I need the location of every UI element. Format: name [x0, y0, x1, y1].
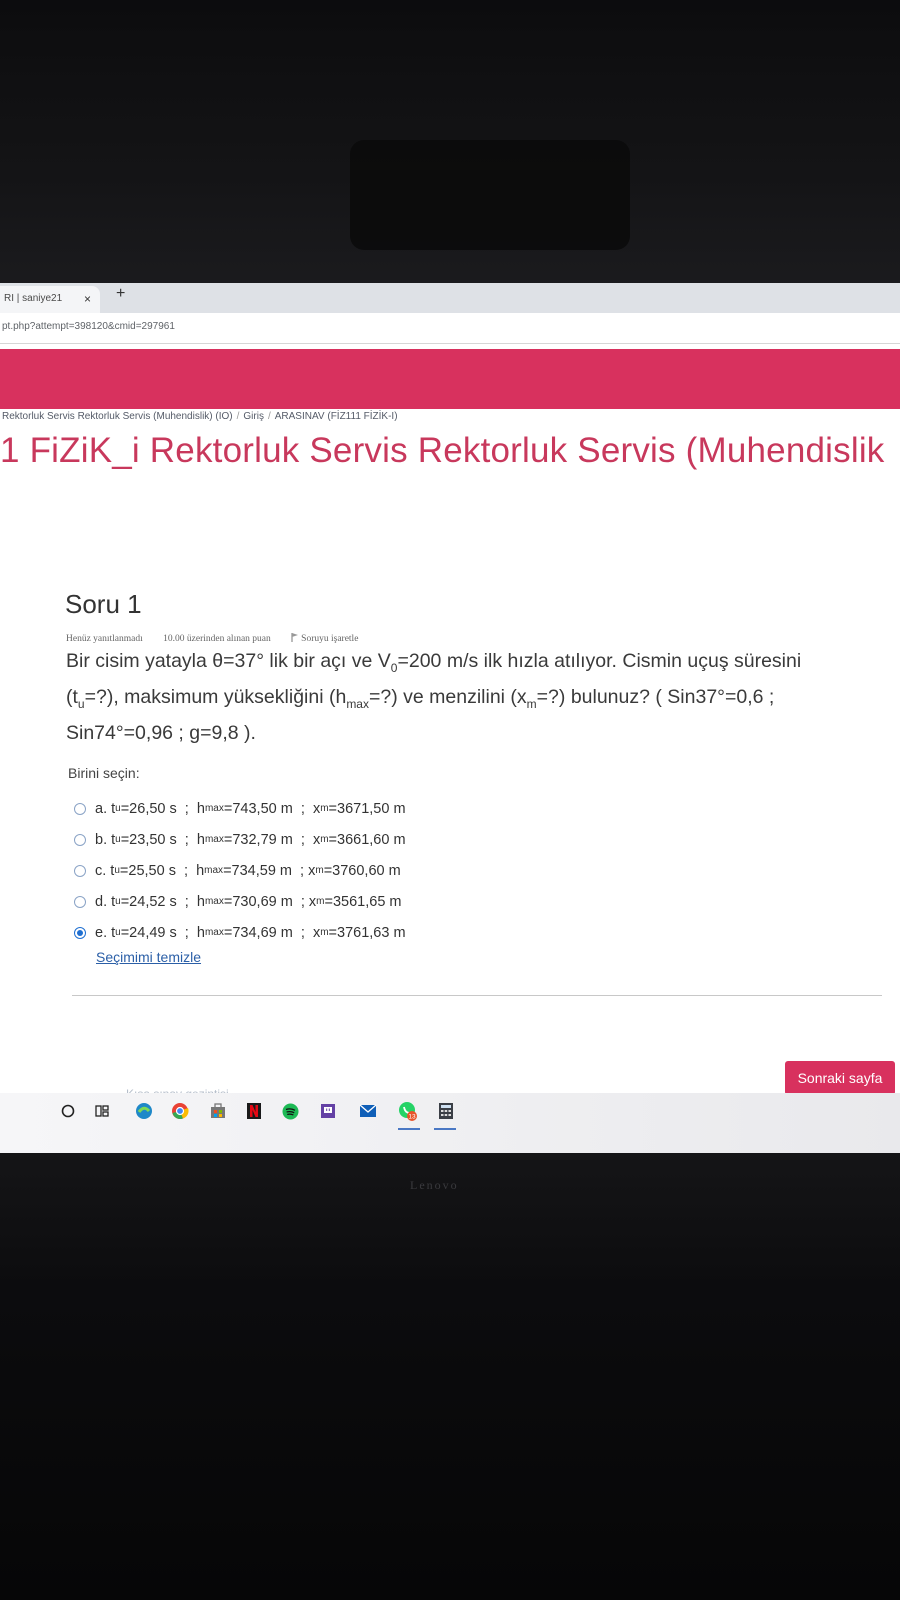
breadcrumb-item[interactable]: ARASINAV (FİZ111 FİZİK-I) — [275, 411, 398, 422]
answer-option-e[interactable]: e. t u =24,49 s ; h max =734,69 m ; x m =3761,… — [74, 917, 406, 948]
breadcrumb-separator: / — [236, 411, 240, 422]
tab-title: RI | saniye21 — [4, 293, 63, 304]
answer-option-a[interactable]: a. t u =26,50 s ; h max =743,50 m ; x m =3671,… — [74, 793, 406, 824]
task-view-icon[interactable] — [92, 1101, 112, 1121]
answer-options: a. t u =26,50 s ; h max =743,50 m ; x m =3671,… — [74, 793, 406, 948]
divider — [72, 995, 882, 996]
chrome-icon[interactable] — [170, 1101, 190, 1121]
whatsapp-icon[interactable]: 13 — [398, 1101, 418, 1121]
answer-option-c[interactable]: c. t u =25,50 s ; h max =734,59 m ; x m =3760,… — [74, 855, 406, 886]
netflix-icon[interactable] — [244, 1101, 264, 1121]
next-page-button[interactable]: Sonraki sayfa — [785, 1061, 895, 1095]
close-tab-icon[interactable]: × — [84, 292, 91, 306]
radio-button-selected[interactable] — [74, 926, 86, 939]
breadcrumb-item[interactable]: Giriş — [243, 411, 264, 422]
room-background — [0, 0, 900, 290]
active-app-indicator — [398, 1128, 420, 1130]
calculator-icon[interactable] — [436, 1101, 456, 1121]
monitor-screen: RI | saniye21 × + pt.php?attempt=398120&… — [0, 283, 900, 1153]
edge-icon[interactable] — [134, 1101, 154, 1121]
question-heading: Soru 1 — [65, 589, 142, 619]
breadcrumb-item[interactable]: Rektorluk Servis Rektorluk Servis (Muhen… — [2, 411, 233, 422]
address-bar[interactable]: pt.php?attempt=398120&cmid=297961 — [0, 313, 900, 344]
brand-logo: Lenovo — [410, 1178, 459, 1192]
question-line: Sin74°=0,96 ; g=9,8 ). — [66, 721, 256, 744]
flag-question-label: Soruyu işaretle — [301, 634, 359, 644]
site-header — [0, 349, 900, 409]
question-status: Henüz yanıtlanmadı — [66, 634, 143, 644]
flag-icon — [291, 633, 299, 642]
taskbar: 13 — [0, 1093, 900, 1153]
spotify-icon[interactable] — [280, 1101, 300, 1121]
twitch-icon[interactable] — [318, 1101, 338, 1121]
browser-tabbar: RI | saniye21 × + — [0, 283, 900, 314]
monitor-bezel: Lenovo — [0, 1153, 900, 1600]
question-info: Henüz yanıtlanmadı 10.00 üzerinden alına… — [66, 633, 394, 644]
mail-icon[interactable] — [358, 1101, 378, 1121]
radio-button[interactable] — [74, 895, 86, 908]
answer-option-d[interactable]: d. t u =24,52 s ; h max =730,69 m ; x m =3561,… — [74, 886, 406, 917]
store-icon[interactable] — [208, 1101, 228, 1121]
monitor-top-shadow — [350, 140, 630, 250]
question-points: 10.00 üzerinden alınan puan — [163, 634, 271, 644]
active-app-indicator — [434, 1128, 456, 1130]
page-title: 1 FiZiK_i Rektorluk Servis Rektorluk Ser… — [0, 431, 885, 470]
clear-choice-link[interactable]: Seçimimi temizle — [96, 949, 201, 965]
radio-button[interactable] — [74, 802, 86, 815]
question-text: Bir cisim yatayla θ=37° lik bir açı ve V… — [66, 647, 886, 748]
breadcrumb: Rektorluk Servis Rektorluk Servis (Muhen… — [2, 411, 398, 422]
new-tab-icon[interactable]: + — [116, 285, 125, 303]
question-line: (tu=?), maksimum yüksekliğini (hmax=?) v… — [66, 685, 775, 711]
flag-question-link[interactable]: Soruyu işaretle — [291, 633, 376, 644]
breadcrumb-separator: / — [267, 411, 271, 422]
whatsapp-badge: 13 — [408, 1114, 416, 1121]
browser-tab[interactable]: RI | saniye21 × — [0, 286, 100, 313]
start-icon[interactable] — [58, 1101, 78, 1121]
radio-button[interactable] — [74, 833, 86, 846]
choose-label: Birini seçin: — [68, 765, 140, 781]
radio-button[interactable] — [74, 864, 86, 877]
url-text: pt.php?attempt=398120&cmid=297961 — [2, 321, 175, 332]
question-line: Bir cisim yatayla θ=37° lik bir açı ve V… — [66, 650, 802, 675]
answer-option-b[interactable]: b. t u =23,50 s ; h max =732,79 m ; x m =3661,… — [74, 824, 406, 855]
